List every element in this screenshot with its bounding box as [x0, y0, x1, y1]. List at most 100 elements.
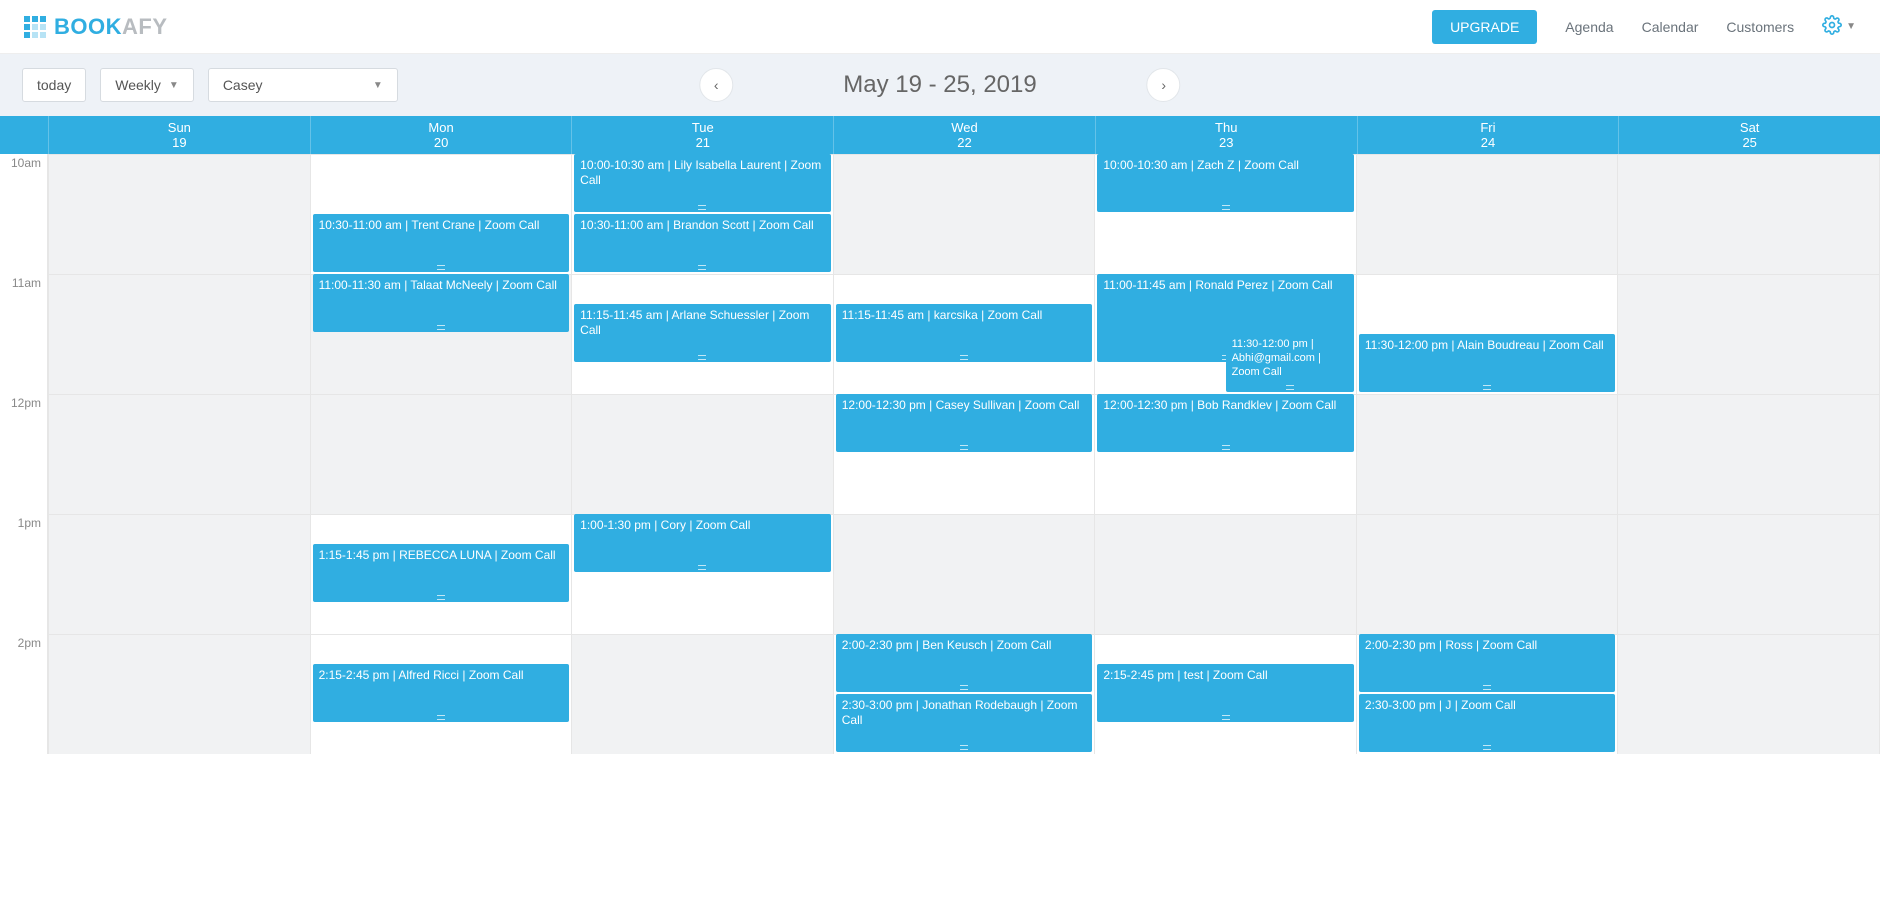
staff-select-value: Casey [223, 77, 263, 93]
day-header-num: 19 [49, 135, 310, 150]
calendar-event[interactable]: 1:00-1:30 pm | Cory | Zoom Call [574, 514, 831, 572]
calendar-event[interactable]: 11:15-11:45 am | karcsika | Zoom Call [836, 304, 1093, 362]
hour-slot[interactable] [1618, 394, 1879, 514]
day-header-dow: Thu [1096, 120, 1357, 135]
day-header-num: 22 [834, 135, 1095, 150]
day-header-dow: Sun [49, 120, 310, 135]
hour-slot[interactable] [1618, 634, 1879, 754]
day-header-cell[interactable]: Fri24 [1357, 116, 1619, 154]
day-column[interactable]: 10:30-11:00 am | Trent Crane | Zoom Call… [310, 154, 572, 754]
hour-slot[interactable] [834, 514, 1095, 634]
calendar-event[interactable]: 12:00-12:30 pm | Casey Sullivan | Zoom C… [836, 394, 1093, 452]
calendar-event[interactable]: 10:00-10:30 am | Zach Z | Zoom Call [1097, 154, 1354, 212]
chevron-right-icon: › [1161, 77, 1166, 93]
hour-label: 1pm [0, 514, 47, 634]
calendar-event[interactable]: 10:00-10:30 am | Lily Isabella Laurent |… [574, 154, 831, 212]
hour-slot[interactable] [834, 154, 1095, 274]
calendar-event[interactable]: 11:30-12:00 pm | Abhi@gmail.com | Zoom C… [1226, 334, 1354, 392]
calendar-event[interactable]: 2:15-2:45 pm | test | Zoom Call [1097, 664, 1354, 722]
time-gutter: 10am11am12pm1pm2pm [0, 154, 48, 754]
gear-icon [1822, 15, 1842, 38]
prev-week-button[interactable]: ‹ [699, 68, 733, 102]
date-range-title: May 19 - 25, 2019 [843, 71, 1036, 99]
hour-slot[interactable] [1618, 274, 1879, 394]
caret-down-icon: ▼ [169, 80, 179, 91]
hour-slot[interactable] [49, 634, 310, 754]
day-column[interactable]: 11:15-11:45 am | karcsika | Zoom Call 12:… [833, 154, 1095, 754]
upgrade-button[interactable]: UPGRADE [1432, 10, 1537, 44]
day-header-row: Sun19Mon20Tue21Wed22Thu23Fri24Sat25 [0, 116, 1880, 154]
hour-slot[interactable] [1357, 394, 1618, 514]
caret-down-icon: ▼ [1846, 21, 1856, 32]
calendar-event[interactable]: 11:30-12:00 pm | Alain Boudreau | Zoom C… [1359, 334, 1616, 392]
day-header-num: 23 [1096, 135, 1357, 150]
day-column[interactable]: 10:00-10:30 am | Zach Z | Zoom Call11:00… [1094, 154, 1356, 754]
logo[interactable]: BOOKAFY [24, 14, 168, 40]
calendar-event[interactable]: 11:15-11:45 am | Arlane Schuessler | Zoo… [574, 304, 831, 362]
date-nav: ‹ May 19 - 25, 2019 › [699, 68, 1180, 102]
day-header-cell[interactable]: Wed22 [833, 116, 1095, 154]
day-header-dow: Sat [1619, 120, 1880, 135]
day-column[interactable]: 11:30-12:00 pm | Alain Boudreau | Zoom C… [1356, 154, 1618, 754]
staff-select[interactable]: Casey ▼ [208, 68, 398, 102]
day-header-cell[interactable]: Sun19 [48, 116, 310, 154]
calendar-event[interactable]: 2:00-2:30 pm | Ross | Zoom Call [1359, 634, 1616, 692]
calendar-event[interactable]: 2:30-3:00 pm | Jonathan Rodebaugh | Zoom… [836, 694, 1093, 752]
hour-slot[interactable] [311, 394, 572, 514]
next-week-button[interactable]: › [1147, 68, 1181, 102]
hour-slot[interactable] [49, 394, 310, 514]
calendar-event[interactable]: 2:15-2:45 pm | Alfred Ricci | Zoom Call [313, 664, 570, 722]
hour-slot[interactable] [1618, 154, 1879, 274]
calendar-event[interactable]: 2:30-3:00 pm | J | Zoom Call [1359, 694, 1616, 752]
hour-slot[interactable] [49, 274, 310, 394]
day-header-cell[interactable]: Mon20 [310, 116, 572, 154]
nav-customers[interactable]: Customers [1726, 19, 1794, 35]
calendar-event[interactable]: 11:00-11:30 am | Talaat McNeely | Zoom C… [313, 274, 570, 332]
day-header-dow: Tue [572, 120, 833, 135]
day-header-cell[interactable]: Sat25 [1618, 116, 1880, 154]
hour-label: 11am [0, 274, 47, 394]
nav-agenda[interactable]: Agenda [1565, 19, 1613, 35]
hour-slot[interactable] [572, 634, 833, 754]
day-columns: 10:30-11:00 am | Trent Crane | Zoom Call… [48, 154, 1880, 754]
hour-slot[interactable] [49, 154, 310, 274]
today-button[interactable]: today [22, 68, 86, 102]
nav-calendar[interactable]: Calendar [1642, 19, 1699, 35]
settings-menu[interactable]: ▼ [1822, 15, 1856, 38]
hour-label: 2pm [0, 634, 47, 754]
view-select[interactable]: Weekly ▼ [100, 68, 194, 102]
hour-label: 10am [0, 154, 47, 274]
calendar-event[interactable]: 2:00-2:30 pm | Ben Keusch | Zoom Call [836, 634, 1093, 692]
hour-slot[interactable] [1095, 514, 1356, 634]
calendar-event[interactable]: 12:00-12:30 pm | Bob Randklev | Zoom Cal… [1097, 394, 1354, 452]
calendar-controls: today Weekly ▼ Casey ▼ ‹ May 19 - 25, 20… [0, 54, 1880, 116]
hour-label: 12pm [0, 394, 47, 514]
hour-slot[interactable] [49, 514, 310, 634]
day-column[interactable] [1617, 154, 1879, 754]
hour-slot[interactable] [1357, 154, 1618, 274]
caret-down-icon: ▼ [373, 80, 383, 91]
hour-slot[interactable] [572, 394, 833, 514]
day-header-dow: Fri [1358, 120, 1619, 135]
gutter-spacer [0, 116, 48, 154]
hour-slot[interactable] [1357, 514, 1618, 634]
day-column[interactable]: 10:00-10:30 am | Lily Isabella Laurent |… [571, 154, 833, 754]
day-header-cell[interactable]: Thu23 [1095, 116, 1357, 154]
top-nav: UPGRADE Agenda Calendar Customers ▼ [1432, 10, 1856, 44]
logo-icon [24, 16, 46, 38]
topbar: BOOKAFY UPGRADE Agenda Calendar Customer… [0, 0, 1880, 54]
day-column[interactable] [48, 154, 310, 754]
day-header-dow: Mon [311, 120, 572, 135]
day-header-num: 24 [1358, 135, 1619, 150]
calendar-event[interactable]: 10:30-11:00 am | Trent Crane | Zoom Call [313, 214, 570, 272]
calendar-body: 10am11am12pm1pm2pm 10:30-11:00 am | Tren… [0, 154, 1880, 754]
calendar-event[interactable]: 1:15-1:45 pm | REBECCA LUNA | Zoom Call [313, 544, 570, 602]
day-header-num: 20 [311, 135, 572, 150]
day-header-cell[interactable]: Tue21 [571, 116, 833, 154]
calendar-event[interactable]: 10:30-11:00 am | Brandon Scott | Zoom Ca… [574, 214, 831, 272]
calendar: Sun19Mon20Tue21Wed22Thu23Fri24Sat25 10am… [0, 116, 1880, 754]
day-header-dow: Wed [834, 120, 1095, 135]
logo-text: BOOKAFY [54, 14, 168, 40]
chevron-left-icon: ‹ [714, 77, 719, 93]
hour-slot[interactable] [1618, 514, 1879, 634]
